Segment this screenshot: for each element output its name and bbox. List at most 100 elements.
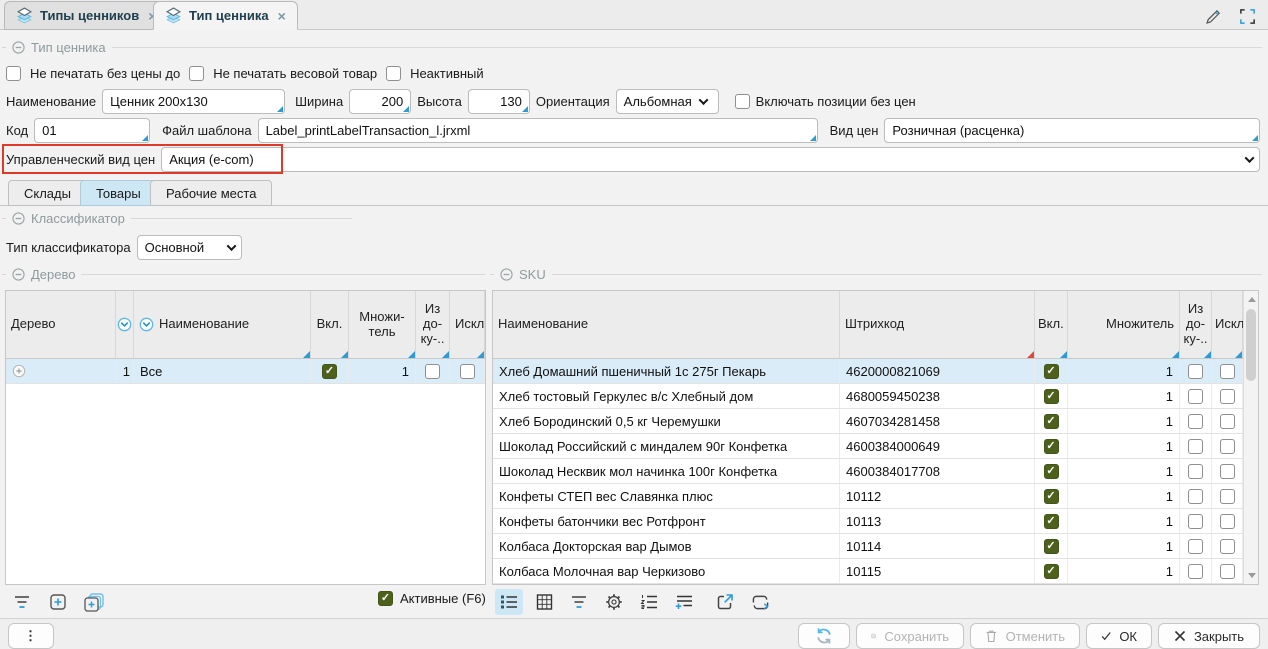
close-button[interactable]: Закрыть xyxy=(1158,623,1260,649)
add-multiple-button[interactable] xyxy=(80,589,108,615)
included-checkbox[interactable] xyxy=(1044,539,1059,554)
sku-col-multiplier[interactable]: Множитель xyxy=(1068,291,1180,358)
tab-price-tag[interactable]: Тип ценника × xyxy=(153,1,298,30)
excluded-checkbox[interactable] xyxy=(1220,439,1235,454)
sku-col-barcode[interactable]: Штрихкод xyxy=(840,291,1035,358)
mgmt-price-select[interactable]: Акция (e-com) xyxy=(161,147,1260,172)
excluded-checkbox[interactable] xyxy=(460,364,475,379)
collapse-icon[interactable] xyxy=(12,41,25,54)
included-checkbox[interactable] xyxy=(1044,414,1059,429)
collapse-icon[interactable] xyxy=(12,212,25,225)
excluded-checkbox[interactable] xyxy=(1220,489,1235,504)
no-price-checkbox[interactable] xyxy=(6,66,21,81)
height-field[interactable]: 130 xyxy=(468,89,530,114)
from-doc-checkbox[interactable] xyxy=(1188,464,1203,479)
classifier-type-select[interactable]: Основной xyxy=(137,235,242,260)
from-doc-checkbox[interactable] xyxy=(1188,564,1203,579)
from-doc-checkbox[interactable] xyxy=(1188,389,1203,404)
table-row[interactable]: Конфеты батончики вес Ротфронт 10113 1 xyxy=(493,509,1243,534)
from-doc-checkbox[interactable] xyxy=(1188,414,1203,429)
add-to-list-button[interactable] xyxy=(670,589,698,615)
active-filter-checkbox[interactable] xyxy=(378,591,393,606)
filter-button[interactable] xyxy=(8,589,36,615)
excluded-checkbox[interactable] xyxy=(1220,364,1235,379)
excluded-checkbox[interactable] xyxy=(1220,539,1235,554)
table-row[interactable]: Шоколад Несквик мол начинка 100г Конфетк… xyxy=(493,459,1243,484)
tree-col-tree[interactable]: Дерево xyxy=(6,291,116,358)
sku-col-from-doc[interactable]: Из до-ку-.. xyxy=(1180,291,1212,358)
included-checkbox[interactable] xyxy=(1044,489,1059,504)
code-field[interactable]: 01 xyxy=(34,118,150,143)
table-row[interactable]: Хлеб Домашний пшеничный 1с 275г Пекарь 4… xyxy=(493,359,1243,384)
from-doc-checkbox[interactable] xyxy=(1188,439,1203,454)
tree-col-included[interactable]: Вкл. xyxy=(311,291,349,358)
cancel-button[interactable]: Отменить xyxy=(970,623,1080,649)
edit-button[interactable] xyxy=(1202,5,1224,27)
table-row[interactable]: Хлеб Бородинский 0,5 кг Черемушки 460703… xyxy=(493,409,1243,434)
tab-workplaces[interactable]: Рабочие места xyxy=(150,180,272,206)
price-kind-field[interactable]: Розничная (расценка) xyxy=(884,118,1260,143)
table-row[interactable]: Колбаса Докторская вар Дымов 10114 1 xyxy=(493,534,1243,559)
save-button[interactable]: Сохранить xyxy=(856,623,964,649)
included-checkbox[interactable] xyxy=(1044,464,1059,479)
tab-goods[interactable]: Товары xyxy=(80,180,157,206)
menu-button[interactable]: ⋮ xyxy=(8,623,54,649)
included-checkbox[interactable] xyxy=(1044,389,1059,404)
excluded-checkbox[interactable] xyxy=(1220,389,1235,404)
list-view-button[interactable] xyxy=(495,589,523,615)
orientation-select[interactable]: Альбомная xyxy=(616,89,719,114)
from-doc-checkbox[interactable] xyxy=(1188,364,1203,379)
included-checkbox[interactable] xyxy=(1044,364,1059,379)
excluded-checkbox[interactable] xyxy=(1220,514,1235,529)
tree-col-from-doc[interactable]: Из до-ку-.. xyxy=(416,291,450,358)
table-row[interactable]: Шоколад Российский с миндалем 90г Конфет… xyxy=(493,434,1243,459)
tree-col-excluded[interactable]: Искл xyxy=(450,291,485,358)
tree-col-multiplier[interactable]: Множи-тель xyxy=(349,291,416,358)
template-field[interactable]: Label_printLabelTransaction_l.jrxml xyxy=(258,118,818,143)
refresh-button[interactable] xyxy=(798,623,850,649)
sku-col-included[interactable]: Вкл. xyxy=(1035,291,1068,358)
sku-col-excluded[interactable]: Искл xyxy=(1212,291,1243,358)
no-weight-checkbox[interactable] xyxy=(189,66,204,81)
name-field[interactable]: Ценник 200x130 xyxy=(102,89,285,114)
included-checkbox[interactable] xyxy=(1044,439,1059,454)
filter-button[interactable] xyxy=(565,589,593,615)
collapse-icon[interactable] xyxy=(12,268,25,281)
included-checkbox[interactable] xyxy=(1044,514,1059,529)
tab-price-tag-types[interactable]: Типы ценников × xyxy=(4,1,168,30)
settings-button[interactable] xyxy=(600,589,628,615)
sku-col-name[interactable]: Наименование xyxy=(493,291,840,358)
tab-close-icon[interactable]: × xyxy=(278,8,286,24)
from-doc-checkbox[interactable] xyxy=(1188,539,1203,554)
numbered-list-button[interactable] xyxy=(635,589,663,615)
tab-warehouses[interactable]: Склады xyxy=(8,180,87,206)
add-item-button[interactable] xyxy=(44,589,72,615)
ok-button[interactable]: ОК xyxy=(1086,623,1152,649)
reload-loop-button[interactable] xyxy=(746,589,774,615)
table-row[interactable]: Конфеты СТЕП вес Славянка плюс 10112 1 xyxy=(493,484,1243,509)
tree-col-filter[interactable] xyxy=(116,291,134,358)
from-doc-checkbox[interactable] xyxy=(1188,489,1203,504)
grid-view-button[interactable] xyxy=(530,589,558,615)
from-doc-checkbox[interactable] xyxy=(1188,514,1203,529)
width-field[interactable]: 200 xyxy=(349,89,411,114)
excluded-checkbox[interactable] xyxy=(1220,414,1235,429)
scroll-down-icon[interactable] xyxy=(1248,573,1256,578)
vertical-scrollbar[interactable] xyxy=(1243,291,1258,584)
include-no-price-checkbox[interactable] xyxy=(735,94,750,109)
scroll-up-icon[interactable] xyxy=(1248,297,1256,302)
inactive-checkbox[interactable] xyxy=(386,66,401,81)
included-checkbox[interactable] xyxy=(1044,564,1059,579)
expand-plus-icon[interactable] xyxy=(12,364,26,378)
collapse-icon[interactable] xyxy=(500,268,513,281)
excluded-checkbox[interactable] xyxy=(1220,464,1235,479)
tree-row[interactable]: 1 Все 1 xyxy=(6,359,485,384)
table-row[interactable]: Хлеб тостовый Геркулес в/с Хлебный дом 4… xyxy=(493,384,1243,409)
scrollbar-thumb[interactable] xyxy=(1246,309,1256,381)
from-doc-checkbox[interactable] xyxy=(425,364,440,379)
excluded-checkbox[interactable] xyxy=(1220,564,1235,579)
fullscreen-button[interactable] xyxy=(1236,5,1258,27)
included-checkbox[interactable] xyxy=(322,364,337,379)
tree-col-name[interactable]: Наименование xyxy=(134,291,311,358)
open-external-button[interactable] xyxy=(711,589,739,615)
